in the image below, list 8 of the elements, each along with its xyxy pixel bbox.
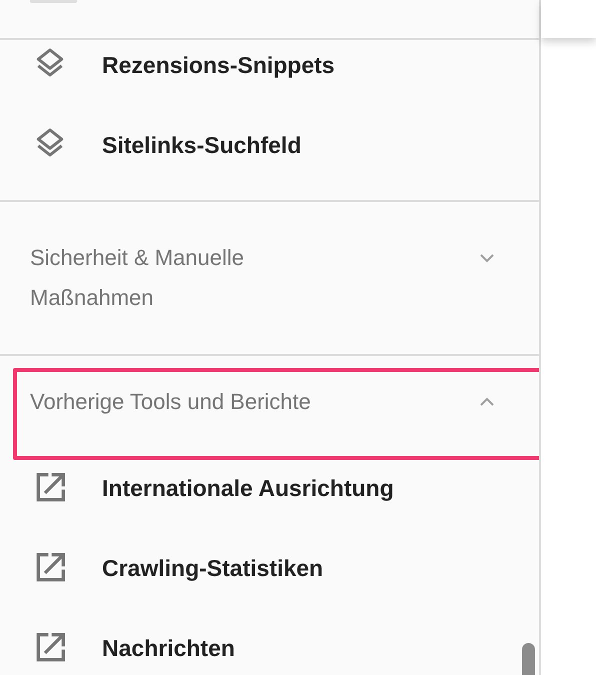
section-header[interactable]: Sicherheit & Manuelle Maßnahmen	[30, 238, 330, 318]
nav-item-link[interactable]: Nachrichten	[102, 630, 235, 666]
section-header[interactable]: Vorherige Tools und Berichte	[30, 382, 311, 422]
nav-item-link[interactable]: Sitelinks-Suchfeld	[102, 128, 302, 162]
nav-item-link[interactable]: Rezensions-Snippets	[102, 48, 335, 82]
nav-item-link[interactable]: Internationale Ausrichtung	[102, 470, 394, 506]
scrollbar-thumb[interactable]	[522, 643, 535, 675]
nav-item-link[interactable]: Crawling-Statistiken	[102, 550, 324, 586]
